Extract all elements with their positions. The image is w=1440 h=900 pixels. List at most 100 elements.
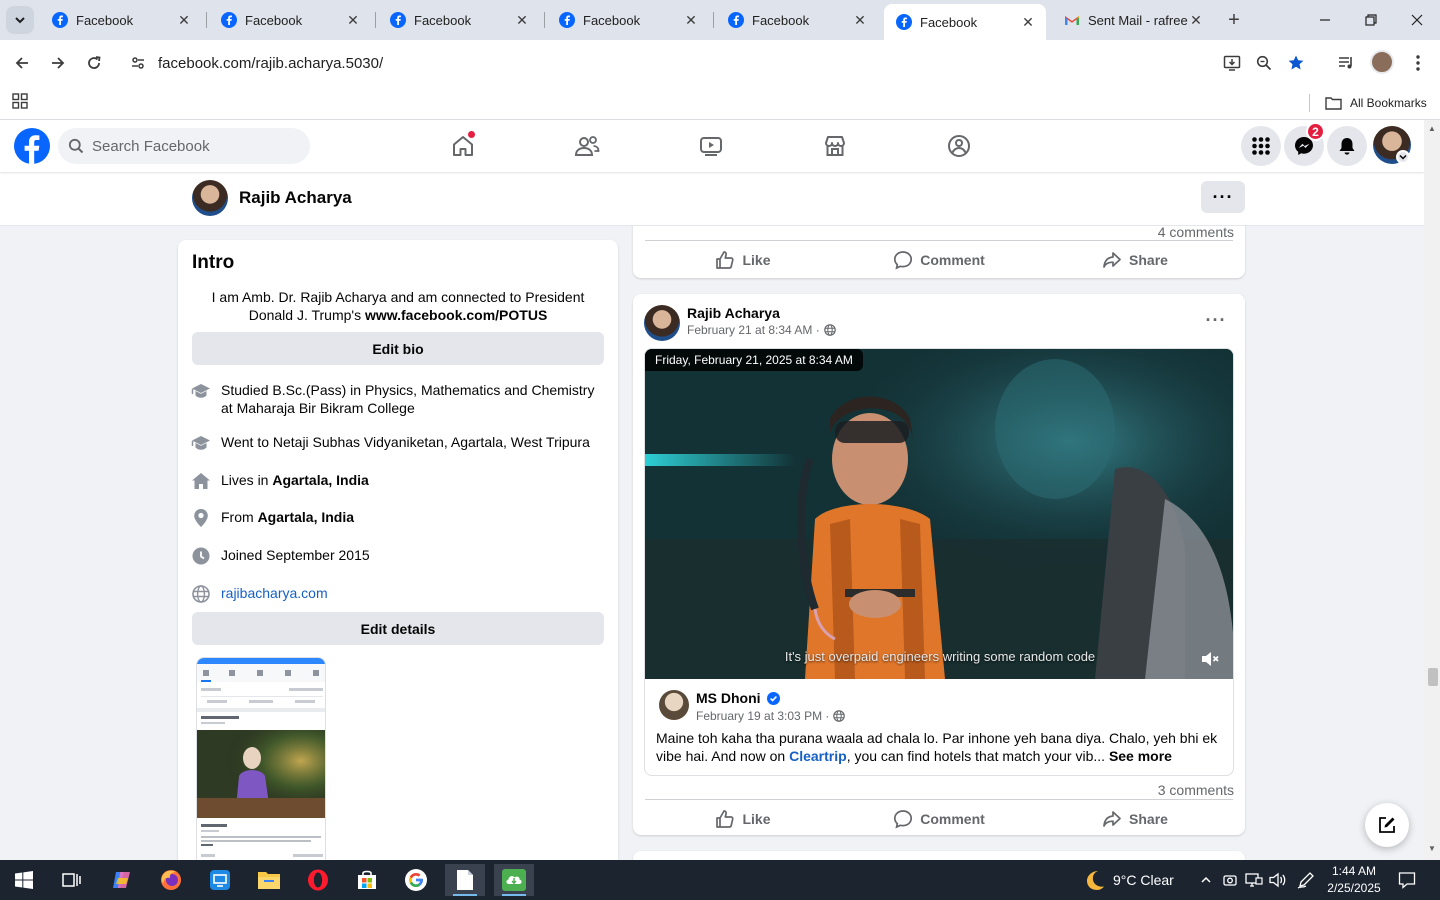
- tray-app-icon[interactable]: [1220, 870, 1240, 890]
- mute-button[interactable]: [1200, 649, 1220, 672]
- featured-collection-thumbnail[interactable]: [196, 657, 326, 860]
- bio-link[interactable]: www.facebook.com/POTUS: [365, 307, 547, 323]
- browser-tab-4[interactable]: Facebook ✕: [547, 4, 709, 36]
- edit-bio-button[interactable]: Edit bio: [192, 332, 604, 365]
- facebook-logo-icon[interactable]: [14, 128, 50, 164]
- post-author-name[interactable]: Rajib Acharya: [687, 305, 780, 321]
- close-tab-icon[interactable]: ✕: [1188, 12, 1204, 28]
- post-options-button[interactable]: ···: [1201, 310, 1231, 330]
- browser-tab-1[interactable]: Facebook ✕: [40, 4, 202, 36]
- notification-center-button[interactable]: [1397, 870, 1417, 890]
- facebook-search-box[interactable]: [58, 128, 310, 164]
- network-button[interactable]: [1244, 870, 1264, 890]
- edit-details-button[interactable]: Edit details: [192, 612, 604, 645]
- task-view-button[interactable]: [52, 864, 92, 896]
- shared-timestamp[interactable]: February 19 at 3:03 PM ·: [696, 709, 846, 723]
- browser-menu-button[interactable]: [1404, 49, 1432, 77]
- address-bar[interactable]: facebook.com/rajib.acharya.5030/: [120, 45, 1320, 81]
- comment-button[interactable]: Comment: [841, 241, 1037, 278]
- reload-button[interactable]: [80, 49, 108, 77]
- pen-workspace-button[interactable]: [1296, 870, 1316, 890]
- comments-count[interactable]: 3 comments: [1158, 782, 1234, 798]
- site-settings-icon[interactable]: [128, 55, 148, 71]
- scroll-down-arrow[interactable]: ▼: [1428, 844, 1436, 853]
- forward-button[interactable]: [44, 49, 72, 77]
- show-hidden-icons-button[interactable]: [1196, 870, 1216, 890]
- volume-button[interactable]: [1268, 870, 1288, 890]
- opera-app[interactable]: [298, 864, 338, 896]
- post-timestamp[interactable]: February 21 at 8:34 AM ·: [687, 323, 836, 337]
- intro-item-bold[interactable]: Agartala, India: [272, 472, 368, 488]
- nav-home-button[interactable]: [408, 126, 518, 166]
- share-button[interactable]: Share: [1037, 241, 1233, 278]
- post-author-avatar[interactable]: [644, 305, 680, 341]
- browser-tab-gmail[interactable]: Sent Mail - rafree ✕: [1052, 4, 1214, 36]
- browser-tab-6-active[interactable]: Facebook ✕: [884, 4, 1046, 40]
- browser-tab-2[interactable]: Facebook ✕: [209, 4, 371, 36]
- close-tab-icon[interactable]: ✕: [514, 12, 530, 28]
- intro-title: Intro: [192, 252, 235, 273]
- new-tab-button[interactable]: +: [1222, 8, 1246, 32]
- browser-tab-3[interactable]: Facebook ✕: [378, 4, 540, 36]
- nav-video-button[interactable]: [656, 126, 766, 166]
- nav-gaming-button[interactable]: [904, 126, 1014, 166]
- share-button[interactable]: Share: [1037, 800, 1233, 837]
- close-window-button[interactable]: [1394, 6, 1440, 34]
- file-explorer-app[interactable]: [249, 864, 289, 896]
- menu-button[interactable]: [1241, 126, 1281, 166]
- browser-profile-avatar[interactable]: [1370, 50, 1394, 74]
- restore-window-button[interactable]: [1348, 6, 1394, 34]
- account-menu-caret[interactable]: [1396, 150, 1410, 164]
- intro-item-bold[interactable]: Agartala, India: [258, 509, 354, 525]
- microsoft-store-app[interactable]: [347, 864, 387, 896]
- like-button[interactable]: Like: [645, 241, 841, 278]
- website-link[interactable]: rajibacharya.com: [221, 584, 328, 602]
- nav-marketplace-button[interactable]: [780, 126, 890, 166]
- new-message-button[interactable]: [1365, 803, 1409, 847]
- notifications-button[interactable]: [1327, 126, 1367, 166]
- download-manager-app[interactable]: [494, 864, 534, 896]
- scrollbar-thumb[interactable]: [1428, 668, 1438, 686]
- comments-count[interactable]: 4 comments: [1158, 224, 1234, 240]
- see-more-link[interactable]: See more: [1109, 748, 1172, 764]
- shared-post[interactable]: Friday, February 21, 2025 at 8:34 AM It'…: [644, 348, 1234, 776]
- close-tab-icon[interactable]: ✕: [683, 12, 699, 28]
- close-tab-icon[interactable]: ✕: [852, 12, 868, 28]
- back-button[interactable]: [8, 49, 36, 77]
- search-input[interactable]: [92, 137, 292, 155]
- nav-friends-button[interactable]: [532, 126, 642, 166]
- close-tab-icon[interactable]: ✕: [1020, 14, 1036, 30]
- remote-desktop-app[interactable]: [200, 864, 240, 896]
- tab-search-button[interactable]: [6, 6, 34, 34]
- media-controls-button[interactable]: [1332, 49, 1360, 77]
- video-player[interactable]: Friday, February 21, 2025 at 8:34 AM It'…: [645, 349, 1233, 679]
- start-button[interactable]: [4, 864, 44, 896]
- close-tab-icon[interactable]: ✕: [176, 12, 192, 28]
- all-bookmarks-button[interactable]: All Bookmarks: [1325, 92, 1427, 114]
- like-button[interactable]: Like: [645, 800, 841, 837]
- messenger-button[interactable]: 2: [1284, 122, 1325, 166]
- scroll-up-arrow[interactable]: ▲: [1428, 124, 1436, 133]
- comment-button[interactable]: Comment: [841, 800, 1037, 837]
- cleartrip-link[interactable]: Cleartrip: [789, 748, 847, 764]
- google-app[interactable]: [396, 864, 436, 896]
- browser-tab-5[interactable]: Facebook ✕: [716, 4, 878, 36]
- notepad-app[interactable]: [445, 864, 485, 896]
- install-app-button[interactable]: [1218, 49, 1246, 77]
- system-clock[interactable]: 1:44 AM 2/25/2025: [1318, 863, 1390, 897]
- shared-author-avatar[interactable]: [659, 690, 689, 720]
- apps-grid-icon[interactable]: [12, 93, 28, 112]
- zoom-button[interactable]: [1250, 49, 1278, 77]
- weather-widget[interactable]: 9°C Clear: [1083, 868, 1174, 892]
- profile-avatar[interactable]: [192, 180, 228, 216]
- profile-name[interactable]: Rajib Acharya: [239, 188, 352, 208]
- profile-more-button[interactable]: ···: [1201, 181, 1245, 213]
- close-tab-icon[interactable]: ✕: [345, 12, 361, 28]
- marketplace-icon: [825, 136, 845, 156]
- firefox-app[interactable]: [151, 864, 191, 896]
- copilot-app[interactable]: [102, 864, 142, 896]
- shared-author[interactable]: MS Dhoni: [696, 690, 780, 706]
- bookmark-star-button[interactable]: [1282, 49, 1310, 77]
- minimize-window-button[interactable]: [1302, 6, 1348, 34]
- page-scrollbar[interactable]: ▲ ▼: [1424, 120, 1440, 860]
